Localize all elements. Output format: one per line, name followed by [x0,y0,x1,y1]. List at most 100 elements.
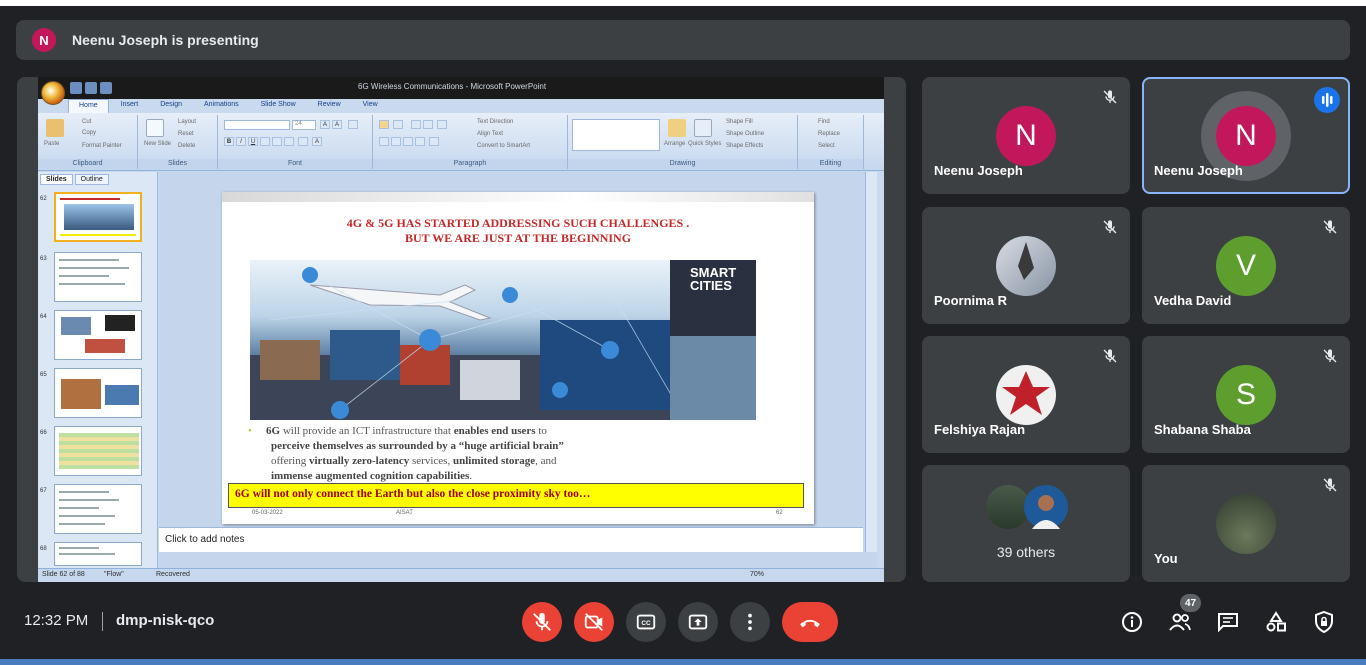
text-direction-button[interactable]: Text Direction [477,119,513,125]
tab-home[interactable]: Home [68,99,109,113]
participant-tile[interactable]: S Shabana Shaba [1142,336,1350,453]
chat-button[interactable] [1216,610,1240,634]
meeting-details-button[interactable] [1120,610,1144,634]
font-color-button[interactable]: A [312,137,322,146]
self-tile[interactable]: You [1142,465,1350,582]
camera-off-icon [584,613,603,631]
find-button[interactable]: Find [818,119,830,125]
numbering-button[interactable] [393,120,403,129]
activities-button[interactable] [1264,610,1288,634]
convert-smartart-button[interactable]: Convert to SmartArt [477,143,530,149]
align-left-button[interactable] [379,137,389,146]
delete-button[interactable]: Delete [178,143,195,149]
tab-outline[interactable]: Outline [74,174,109,185]
shadow-button[interactable] [272,137,282,146]
quick-styles-button[interactable]: Quick Styles [688,141,721,147]
font-size-field[interactable]: 24 [292,120,316,130]
shape-outline-button[interactable]: Shape Outline [726,131,764,137]
align-text-button[interactable]: Align Text [477,131,503,137]
mic-toggle-button[interactable] [522,602,562,642]
slide-thumbnail[interactable] [54,542,142,566]
host-controls-button[interactable] [1312,610,1336,634]
reset-button[interactable]: Reset [178,131,194,137]
tab-view[interactable]: View [353,99,388,113]
participants-button[interactable] [1168,610,1192,634]
format-painter-button[interactable]: Format Painter [82,143,122,149]
bullets-button[interactable] [379,120,389,129]
align-center-button[interactable] [391,137,401,146]
tab-slides[interactable]: Slides [40,174,73,185]
slide-thumbnail[interactable] [54,310,142,360]
columns-button[interactable] [429,137,439,146]
font-name-field[interactable] [224,120,290,130]
zoom-level[interactable]: 70% [750,571,764,578]
decrease-indent-button[interactable] [411,120,421,129]
tab-design[interactable]: Design [150,99,192,113]
avatar: S [1216,365,1276,425]
presentation-panel[interactable]: 6G Wireless Communications - Microsoft P… [17,77,906,582]
increase-indent-button[interactable] [423,120,433,129]
save-icon[interactable] [70,82,82,94]
bold-button[interactable]: B [224,137,234,146]
participant-tile[interactable]: Felshiya Rajan [922,336,1130,453]
slide-footer-date: 05-03-2022 [252,510,283,516]
slide-thumbnail[interactable] [54,368,142,418]
office-button-icon[interactable] [41,81,65,105]
thumb-image [64,204,134,230]
notes-field[interactable]: Click to add notes [159,527,863,552]
replace-button[interactable]: Replace [818,131,840,137]
select-button[interactable]: Select [818,143,835,149]
thumb-image [59,433,139,469]
new-slide-icon[interactable] [146,119,164,137]
italic-button[interactable]: I [236,137,246,146]
strikethrough-button[interactable] [260,137,270,146]
current-slide[interactable]: 4G & 5G HAS STARTED ADDRESSING SUCH CHAL… [222,192,814,524]
participant-tile[interactable]: Poornima R [922,207,1130,324]
participant-tile[interactable]: V Vedha David [1142,207,1350,324]
justify-button[interactable] [415,137,425,146]
layout-button[interactable]: Layout [178,119,196,125]
align-right-button[interactable] [403,137,413,146]
tab-slide-show[interactable]: Slide Show [251,99,306,113]
present-screen-button[interactable] [678,602,718,642]
spacing-button[interactable] [284,137,294,146]
captions-button[interactable]: CC [626,602,666,642]
avatar: V [1216,236,1276,296]
tab-insert[interactable]: Insert [111,99,149,113]
grow-font-button[interactable]: A [320,120,330,129]
quick-styles-icon[interactable] [694,119,712,137]
slide-thumbnail[interactable] [54,252,142,302]
undo-icon[interactable] [85,82,97,94]
slide-thumbnail[interactable] [54,484,142,534]
arrange-button[interactable]: Arrange [664,141,685,147]
arrange-icon[interactable] [668,119,686,137]
shrink-font-button[interactable]: A [332,120,342,129]
redo-icon[interactable] [100,82,112,94]
slide-thumbnail[interactable] [54,426,142,476]
new-slide-button[interactable]: New Slide [144,141,171,147]
shapes-gallery[interactable] [572,119,660,151]
underline-button[interactable]: U [248,137,258,146]
slide-thumbnail[interactable] [54,192,142,242]
participant-tile[interactable]: N Neenu Joseph [922,77,1130,194]
line-spacing-button[interactable] [437,120,447,129]
clear-format-button[interactable] [348,120,358,129]
leave-call-button[interactable] [782,602,838,642]
slide-scrollbar[interactable] [865,172,877,552]
paste-icon[interactable] [46,119,64,137]
others-count: 39 others [996,544,1056,560]
paste-button[interactable]: Paste [44,141,59,147]
tab-review[interactable]: Review [308,99,351,113]
case-button[interactable] [298,137,308,146]
cut-button[interactable]: Cut [82,119,91,125]
more-options-button[interactable] [730,602,770,642]
tab-animations[interactable]: Animations [194,99,249,113]
copy-button[interactable]: Copy [82,130,96,136]
participant-tile-speaking[interactable]: N Neenu Joseph [1142,77,1350,194]
shape-fill-button[interactable]: Shape Fill [726,119,753,125]
ppt-title-bar: 6G Wireless Communications - Microsoft P… [38,77,884,105]
shape-effects-button[interactable]: Shape Effects [726,143,763,149]
others-tile[interactable]: 39 others [922,465,1130,582]
camera-toggle-button[interactable] [574,602,614,642]
paragraph-group: Text Direction Align Text Convert to Sma… [373,115,568,169]
